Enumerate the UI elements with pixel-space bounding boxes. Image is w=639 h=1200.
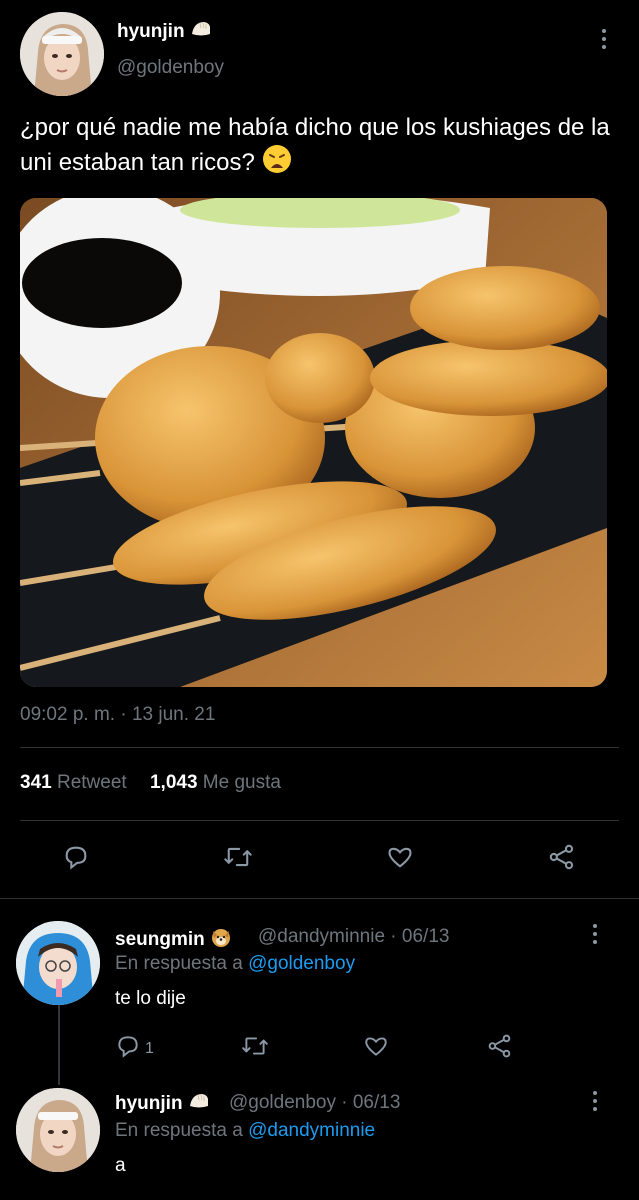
like-icon[interactable] [363, 1033, 389, 1059]
reply-text: a [115, 1155, 126, 1176]
more-options-icon[interactable] [589, 1091, 601, 1115]
like-label[interactable]: Me gusta [203, 772, 281, 793]
more-options-icon[interactable] [598, 29, 610, 53]
retweet-icon[interactable] [241, 1033, 269, 1059]
share-icon[interactable] [487, 1033, 513, 1059]
handle-time[interactable]: @goldenboy · 06/13 [229, 1092, 400, 1114]
avatar[interactable] [20, 12, 104, 96]
tweet-timestamp[interactable]: 09:02 p. m. · 13 jun. 21 [20, 704, 215, 726]
reply-to: En respuesta a @goldenboy [115, 953, 355, 975]
reply-icon[interactable] [115, 1033, 141, 1064]
more-options-icon[interactable] [589, 924, 601, 948]
mention-link[interactable]: @dandyminnie [248, 1120, 375, 1141]
dumpling-emoji [188, 1092, 210, 1116]
display-name[interactable]: seungmin [115, 926, 232, 954]
weary-face-emoji [262, 144, 292, 183]
share-icon[interactable] [540, 835, 584, 879]
divider [20, 747, 619, 748]
retweet-label[interactable]: Retweet [57, 772, 127, 793]
reply-to-prefix: En respuesta a [115, 1120, 243, 1141]
retweet-icon[interactable] [216, 835, 260, 879]
dumpling-emoji [190, 20, 212, 44]
reply-count: 1 [145, 1039, 154, 1057]
display-name-text: hyunjin [115, 1093, 183, 1115]
reply-to-prefix: En respuesta a [115, 953, 243, 974]
display-name[interactable]: hyunjin [115, 1092, 210, 1116]
dog-face-emoji [210, 926, 232, 954]
tweet-actions [0, 835, 639, 880]
separator [0, 898, 639, 899]
like-count[interactable]: 1,043 [150, 772, 198, 793]
handle[interactable]: @goldenboy [117, 57, 224, 79]
avatar[interactable] [16, 921, 100, 1005]
mention-link[interactable]: @goldenboy [248, 953, 355, 974]
display-name-text: hyunjin [117, 21, 185, 43]
kushiage-photo[interactable] [20, 198, 607, 687]
retweet-count[interactable]: 341 [20, 772, 52, 793]
reply-action[interactable]: 1 [115, 1033, 154, 1064]
tweet-stats: 341 Retweet 1,043 Me gusta [20, 772, 281, 794]
divider [20, 820, 619, 821]
reply-text: te lo dije [115, 988, 186, 1009]
thread-line [58, 1005, 60, 1085]
like-icon[interactable] [378, 835, 422, 879]
reply-to: En respuesta a @dandyminnie [115, 1120, 375, 1142]
display-name[interactable]: hyunjin [117, 20, 212, 44]
tweet-text-content: ¿por qué nadie me había dicho que los ku… [20, 114, 610, 176]
reply-icon[interactable] [54, 835, 98, 879]
handle-time[interactable]: @dandyminnie · 06/13 [258, 926, 449, 948]
avatar[interactable] [16, 1088, 100, 1172]
display-name-text: seungmin [115, 929, 205, 951]
tweet-text: ¿por qué nadie me había dicho que los ku… [20, 112, 620, 183]
